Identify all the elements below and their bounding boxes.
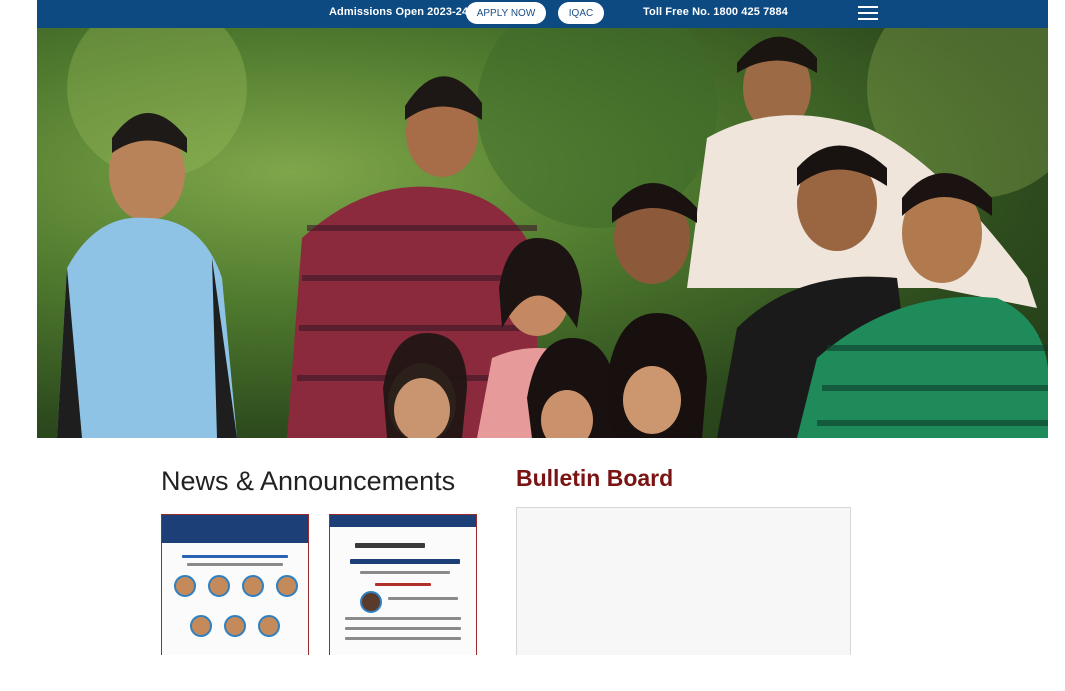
researcher-photo <box>190 615 212 637</box>
poster-text-line <box>388 597 458 600</box>
admissions-text: Admissions Open 2023-24 <box>329 6 469 18</box>
poster-title-line <box>355 543 425 548</box>
apply-now-button[interactable]: APPLY NOW <box>466 2 546 24</box>
hamburger-menu-icon[interactable] <box>858 5 878 21</box>
researcher-photo <box>242 575 264 597</box>
researcher-photo <box>276 575 298 597</box>
researcher-photo <box>174 575 196 597</box>
page-bottom-fade <box>0 655 1065 691</box>
toll-free-text: Toll Free No. 1800 425 7884 <box>643 6 788 18</box>
poster-text-line <box>345 627 461 630</box>
iqac-button[interactable]: IQAC <box>558 2 604 24</box>
poster-text-line <box>187 563 283 566</box>
bulletin-board-panel[interactable] <box>516 507 851 657</box>
poster-headline-line <box>182 555 288 558</box>
poster-headline-line <box>350 559 460 564</box>
chief-guest-photo <box>360 591 382 613</box>
hero-banner <box>37 28 1048 438</box>
poster-chief-guest-line <box>375 583 431 586</box>
news-announcements-heading: News & Announcements <box>161 466 456 496</box>
bulletin-board-heading: Bulletin Board <box>516 465 674 491</box>
poster-text-line <box>360 571 450 574</box>
researcher-photo <box>258 615 280 637</box>
poster-header-band <box>330 515 476 527</box>
poster-header-band <box>162 515 308 543</box>
news-card-inauguration[interactable] <box>329 514 477 656</box>
top-bar: Admissions Open 2023-24 APPLY NOW IQAC T… <box>37 0 1048 28</box>
poster-text-line <box>345 637 461 640</box>
hero-students-illustration <box>57 28 1048 438</box>
poster-text-line <box>345 617 461 620</box>
news-card-researchers[interactable] <box>161 514 309 656</box>
researcher-photo <box>224 615 246 637</box>
researcher-photo <box>208 575 230 597</box>
